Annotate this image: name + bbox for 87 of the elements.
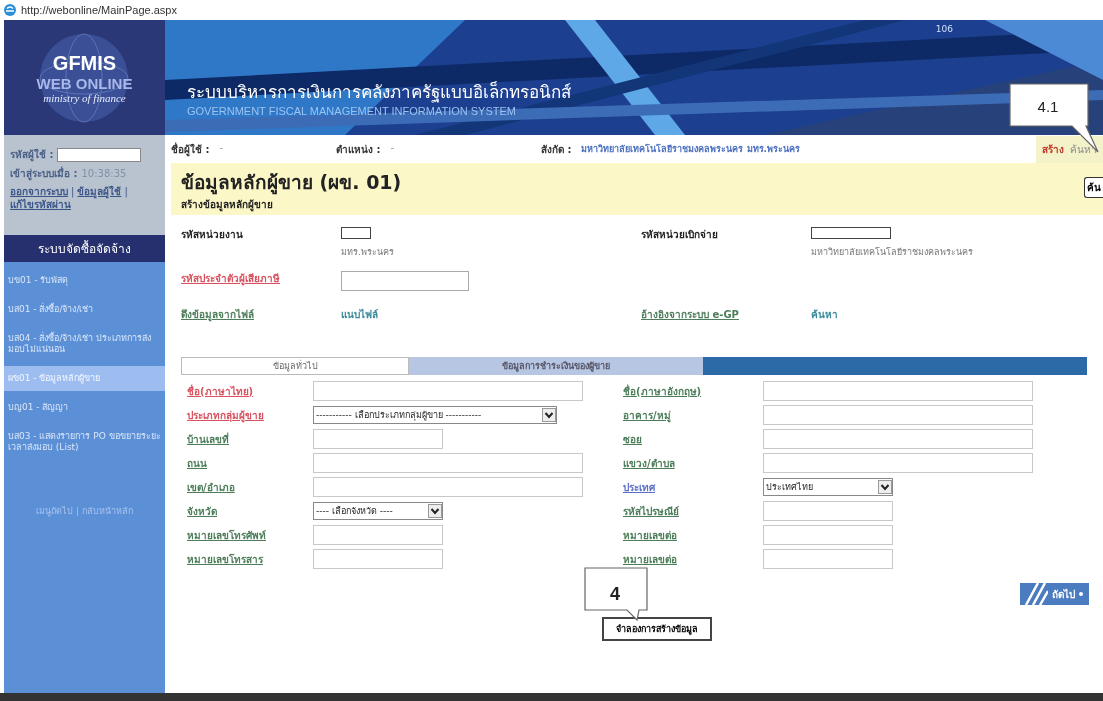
separator: | [71, 185, 75, 198]
search-link[interactable]: ค้นหา [811, 307, 1061, 322]
menu-item[interactable]: บส03 - แสดงรายการ PO ขอขยายระยะเวลาส่งมอบ (List) [4, 424, 165, 460]
field-value: มหาวิทยาลัยเทคโนโลยีราชมงคลพระนคร มทร.พระนคร [581, 142, 802, 156]
field-label[interactable]: ซอย [623, 431, 763, 447]
dropdown[interactable]: ประเทศไทย [763, 478, 893, 496]
logo-subtitle: WEB ONLINE [36, 74, 133, 92]
menu-item[interactable]: บญ01 - สัญญา [4, 395, 165, 420]
text-field[interactable] [313, 453, 583, 473]
menu-item[interactable]: บส04 - สั่งซื้อ/จ้าง/เช่า ประเภทการส่งมอบไม่แน่นอน [4, 326, 165, 362]
disbursing-code-field[interactable] [811, 227, 891, 239]
field-label[interactable]: หมายเลขโทรศัพท์ [187, 527, 313, 543]
page-title: ข้อมูลหลักผู้ขาย (ผข. 01) [181, 169, 402, 197]
text-field[interactable] [313, 525, 443, 545]
import-file-link[interactable]: ดึงข้อมูลจากไฟล์ [181, 307, 341, 322]
callout: 4 [583, 566, 651, 622]
field-label[interactable]: บ้านเลขที่ [187, 431, 313, 447]
counter-text: 106 [935, 24, 953, 34]
tax-id-field[interactable] [341, 271, 469, 291]
text-field[interactable] [313, 477, 583, 497]
page-subtitle: สร้างข้อมูลหลักผู้ขาย [181, 197, 274, 212]
simulate-button[interactable]: จำลองการสร้างข้อมูล [602, 617, 712, 641]
text-field[interactable] [763, 525, 893, 545]
field-label[interactable]: อาคาร/หมู่ [623, 407, 763, 423]
tab[interactable]: ข้อมูลทั่วไป [181, 357, 409, 375]
field-label: เข้าสู่ระบบเมื่อ : [10, 166, 78, 181]
text-field[interactable] [313, 429, 443, 449]
disbursing-unit-name: มหาวิทยาลัยเทคโนโลยีราชมงคลพระนคร [811, 246, 974, 259]
address-text[interactable]: http://webonline/MainPage.aspx [21, 4, 177, 16]
field-label[interactable]: หมายเลขต่อ [623, 551, 763, 567]
system-title: ระบบบริหารการเงินการคลังภาครัฐแบบอิเล็กทรอนิกส์ [187, 80, 572, 105]
next-button[interactable]: ถัดไป [1020, 583, 1089, 605]
text-field[interactable] [763, 453, 1033, 473]
field-label[interactable]: ชื่อ(ภาษาไทย) [187, 383, 313, 399]
egp-reference-link[interactable]: อ้างอิงจากระบบ e-GP [641, 307, 811, 322]
search-button[interactable]: ค้น [1084, 177, 1103, 198]
tax-id-link[interactable]: รหัสประจำตัวผู้เสียภาษี [181, 271, 341, 286]
attach-file-link[interactable]: แนบไฟล์ [341, 307, 641, 322]
chevron-down-icon [428, 504, 442, 518]
separator: | [124, 185, 128, 198]
text-field[interactable] [763, 501, 893, 521]
bullet-icon [1079, 592, 1083, 596]
user-link[interactable]: ข้อมูลผู้ใช้ [77, 185, 122, 198]
logo-title: GFMIS [51, 51, 118, 75]
text-field[interactable] [763, 405, 1033, 425]
dropdown[interactable]: ---- เลือกจังหวัด ---- [313, 502, 443, 520]
action-link[interactable]: สร้าง [1042, 141, 1064, 157]
browser-icon [3, 3, 17, 17]
field-label: รหัสหน่วยเบิกจ่าย [641, 228, 719, 242]
field-label[interactable]: หมายเลขโทรสาร [187, 551, 313, 567]
menu-item[interactable]: บส01 - สั่งซื้อ/จ้าง/เช่า [4, 297, 165, 322]
field-label[interactable]: ชื่อ(ภาษาอังกฤษ) [623, 383, 763, 399]
field-label: ชื่อผู้ใช้ : [171, 141, 210, 157]
login-time: 10:38:35 [81, 168, 127, 179]
logo-tagline: ministry of finance [42, 91, 127, 104]
field-label[interactable]: ประเทศ [623, 479, 763, 495]
field-value: - [219, 141, 224, 153]
menu-item[interactable]: บข01 - รับพัสดุ [4, 268, 165, 293]
text-field[interactable] [763, 549, 893, 569]
text-field[interactable] [313, 549, 443, 569]
user-link[interactable]: แก้ไขรหัสผ่าน [10, 198, 71, 211]
field-label: รหัสผู้ใช้ : [10, 147, 54, 162]
text-field[interactable] [763, 429, 1033, 449]
field-label: ตำแหน่ง : [336, 142, 381, 157]
dropdown[interactable]: ----------- เลือกประเภทกลุ่มผู้ขาย ----------- [313, 406, 557, 424]
user-link[interactable]: ออกจากระบบ [10, 185, 68, 198]
field-label[interactable]: แขวง/ตำบล [623, 455, 763, 471]
field-value: - [390, 141, 395, 153]
field-label[interactable]: หมายเลขต่อ [623, 527, 763, 543]
field-label[interactable]: ประเภทกลุ่มผู้ขาย [187, 407, 313, 423]
unit-code-field[interactable] [341, 227, 371, 239]
field-label[interactable]: จังหวัด [187, 503, 313, 519]
user-id-field[interactable] [57, 147, 142, 162]
field-label[interactable]: ถนน [187, 455, 313, 471]
chevron-down-icon [542, 408, 556, 422]
system-subtitle: GOVERNMENT FISCAL MANAGEMENT INFORMATION SYSTEM [187, 105, 516, 117]
text-field[interactable] [763, 381, 1033, 401]
stripes-icon [1022, 583, 1048, 605]
unit-name: มทร.พระนคร [341, 246, 395, 259]
field-label: รหัสหน่วยงาน [181, 228, 244, 242]
field-label[interactable]: รหัสไปรษณีย์ [623, 503, 763, 519]
tab[interactable]: ข้อมูลการชำระเงินของผู้ขาย [409, 357, 703, 375]
chevron-down-icon [878, 480, 892, 494]
field-label[interactable]: เขต/อำเภอ [187, 479, 313, 495]
menu-heading: ระบบจัดซื้อจัดจ้าง [4, 235, 165, 262]
text-field[interactable] [313, 381, 583, 401]
field-label: สังกัด : [541, 142, 572, 157]
